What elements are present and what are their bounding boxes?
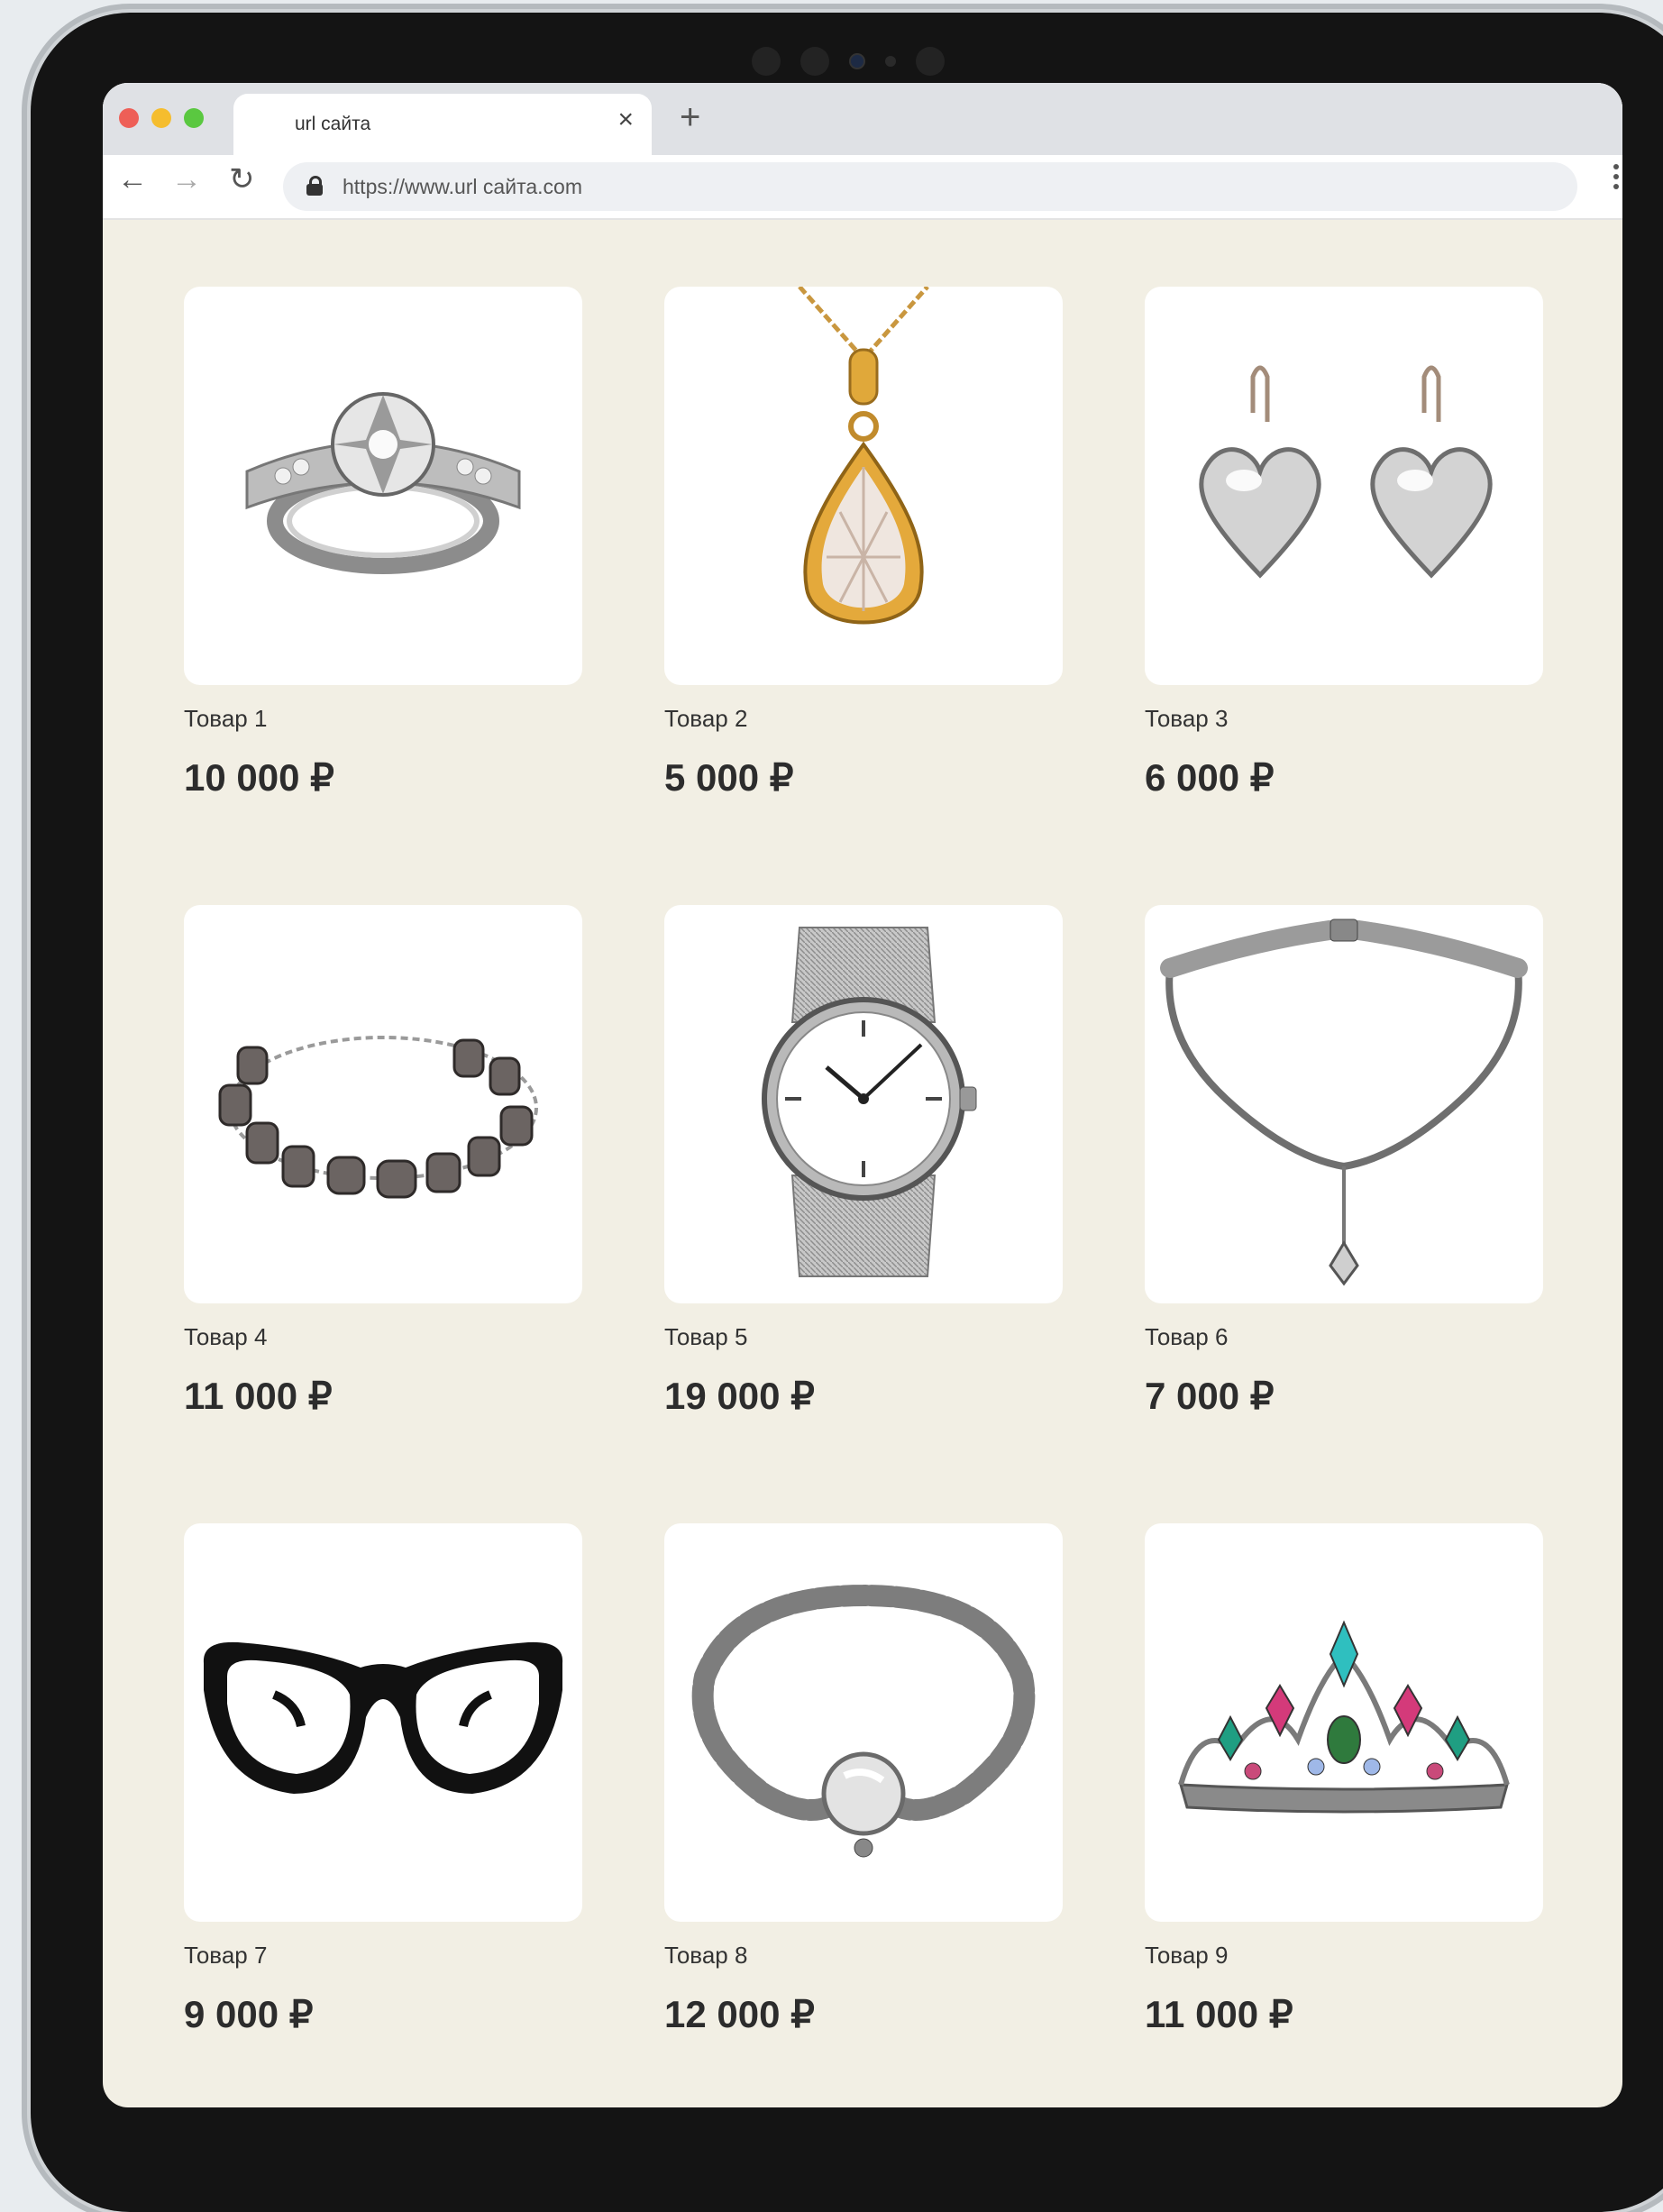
product-card[interactable]: Товар 7 9 000 ₽ (184, 1523, 582, 2036)
camera-bar (752, 43, 945, 79)
product-price: 12 000 ₽ (664, 1993, 815, 2035)
tab-title: url сайта (295, 114, 371, 134)
new-tab-button[interactable]: + (680, 99, 700, 135)
pendant-icon (798, 287, 929, 625)
product-card[interactable]: Товар 5 19 000 ₽ (664, 905, 1063, 1418)
product-name: Товар 1 (184, 705, 268, 732)
lock-icon (306, 176, 323, 196)
product-name: Товар 4 (184, 1323, 268, 1350)
navigation-bar: ← → ↻ https://www.url сайта.com (103, 155, 1622, 218)
bead-bracelet-icon (218, 1036, 538, 1199)
url-text: https://www.url сайта.com (343, 175, 582, 198)
product-image[interactable] (1145, 905, 1543, 1303)
product-card[interactable]: Товар 9 11 000 ₽ (1145, 1523, 1543, 2036)
product-price: 10 000 ₽ (184, 756, 334, 799)
earrings-icon (1199, 365, 1493, 579)
close-tab-icon[interactable]: × (617, 106, 634, 133)
address-bar[interactable]: https://www.url сайта.com (283, 162, 1577, 211)
product-image[interactable] (1145, 287, 1543, 685)
product-name: Товар 5 (664, 1323, 748, 1350)
sensor-dot-icon (885, 56, 896, 67)
product-name: Товар 7 (184, 1942, 268, 1969)
product-name: Товар 2 (664, 705, 748, 732)
screen: url сайта × + ← → ↻ https://www.url сайт… (103, 83, 1622, 2107)
watch-icon (762, 927, 977, 1277)
camera-dot-icon (752, 47, 781, 76)
product-price: 19 000 ₽ (664, 1375, 815, 1417)
product-price: 6 000 ₽ (1145, 756, 1275, 799)
tiara-icon (1178, 1620, 1510, 1814)
product-card[interactable]: Товар 1 10 000 ₽ (184, 287, 582, 800)
product-card[interactable]: Товар 2 5 000 ₽ (664, 287, 1063, 800)
product-name: Товар 3 (1145, 705, 1229, 732)
product-price: 9 000 ₽ (184, 1993, 314, 2035)
choker-icon (1160, 919, 1528, 1286)
product-image[interactable] (664, 905, 1063, 1303)
camera-dot-icon (916, 47, 945, 76)
browser-chrome: url сайта × + ← → ↻ https://www.url сайт… (103, 83, 1622, 220)
ring-icon (245, 392, 521, 574)
product-price: 11 000 ₽ (1145, 1993, 1293, 2035)
close-window-button[interactable] (119, 108, 139, 128)
product-name: Товар 6 (1145, 1323, 1229, 1350)
camera-dot-icon (800, 47, 829, 76)
product-price: 7 000 ₽ (1145, 1375, 1275, 1417)
product-image[interactable] (184, 287, 582, 685)
back-button[interactable]: ← (117, 164, 148, 195)
product-card[interactable]: Товар 6 7 000 ₽ (1145, 905, 1543, 1418)
reload-button[interactable]: ↻ (229, 164, 255, 195)
product-price: 11 000 ₽ (184, 1375, 333, 1417)
product-name: Товар 8 (664, 1942, 748, 1969)
product-image[interactable] (664, 1523, 1063, 1922)
chain-bracelet-icon (691, 1585, 1036, 1858)
tab-bar: url сайта × + (103, 83, 1622, 155)
camera-lens-icon (849, 53, 865, 69)
window-controls (119, 108, 204, 128)
product-image[interactable] (664, 287, 1063, 685)
minimize-window-button[interactable] (151, 108, 171, 128)
product-card[interactable]: Товар 3 6 000 ₽ (1145, 287, 1543, 800)
product-name: Товар 9 (1145, 1942, 1229, 1969)
product-price: 5 000 ₽ (664, 756, 794, 799)
product-card[interactable]: Товар 8 12 000 ₽ (664, 1523, 1063, 2036)
product-image[interactable] (184, 1523, 582, 1922)
maximize-window-button[interactable] (184, 108, 204, 128)
glasses-icon (203, 1641, 563, 1794)
menu-icon[interactable] (1613, 164, 1619, 189)
product-image[interactable] (1145, 1523, 1543, 1922)
forward-button[interactable]: → (171, 164, 202, 195)
product-card[interactable]: Товар 4 11 000 ₽ (184, 905, 582, 1418)
product-image[interactable] (184, 905, 582, 1303)
browser-tab[interactable]: url сайта × (233, 94, 652, 155)
